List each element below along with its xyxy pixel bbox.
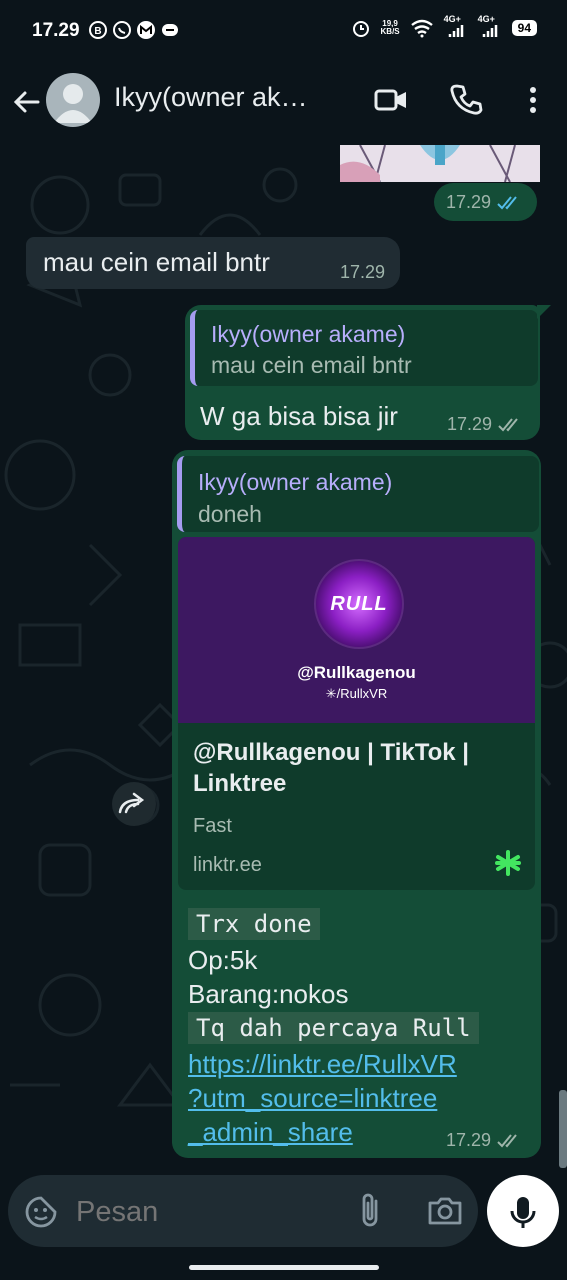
battery-level: 94 [511, 20, 537, 36]
quoted-text: mau cein email bntr [211, 352, 412, 378]
forward-icon [118, 792, 145, 814]
signal-bars-icon [448, 25, 463, 37]
message-link-1[interactable]: https://linktr.ee/RullxVR [188, 1048, 457, 1080]
status-bar: 17.29 B 19,9 KB/S 4G+ 4G+ 94 [0, 0, 567, 62]
message-time: 17.29 [446, 1130, 492, 1150]
message-input[interactable] [74, 1191, 328, 1233]
network-speed: 19,9 KB/S [381, 20, 400, 36]
preview-subhandle: ✳/RullxVR [325, 686, 388, 701]
quoted-message[interactable]: Ikyy(owner akame) mau cein email bntr [190, 310, 538, 386]
message-meta: 17.29 [446, 192, 523, 213]
image-message[interactable] [340, 144, 540, 183]
message-input-bar[interactable] [8, 1175, 478, 1247]
back-arrow-icon[interactable] [10, 86, 42, 118]
alarm-icon [352, 21, 369, 37]
more-options-icon[interactable] [515, 82, 551, 118]
linktree-icon [495, 850, 521, 876]
rull-logo: RULL [314, 559, 404, 649]
preview-handle: @Rullkagenou [297, 663, 416, 682]
quoted-sender-name: Ikyy(owner akame) [198, 469, 393, 495]
signal-1: 4G+ [444, 14, 468, 38]
svg-text:B: B [94, 26, 101, 37]
message-link-2[interactable]: ?utm_source=linktree [188, 1082, 437, 1114]
message-text: W ga bisa bisa jir [200, 401, 398, 431]
message-time: 17.29 [447, 414, 493, 434]
voice-call-icon[interactable] [449, 82, 485, 118]
gesture-nav-handle[interactable] [189, 1265, 379, 1270]
incoming-message[interactable]: mau cein email bntr 17.29 [26, 237, 400, 289]
forward-button[interactable] [112, 782, 156, 826]
gmail-icon [137, 21, 155, 39]
delivered-ticks-icon [498, 417, 518, 431]
default-avatar-icon [54, 84, 92, 123]
link-domain: linktr.ee [193, 854, 262, 876]
network-speed-unit: KB/S [380, 27, 400, 36]
emoji-sticker-icon[interactable] [24, 1195, 58, 1229]
chat-bubble-icon [162, 24, 178, 36]
message-line-op: Op:5k [188, 945, 258, 975]
logo-text: RULL [330, 593, 388, 615]
message-meta: 17.29 [446, 1130, 523, 1151]
bubble-tail-icon [537, 305, 551, 319]
link-preview-card[interactable]: RULL @Rullkagenou ✳/RullxVR @Rullkagenou… [178, 537, 535, 890]
delivered-ticks-icon [497, 1133, 517, 1147]
whatsapp-icon [113, 21, 131, 39]
attach-paperclip-icon[interactable] [354, 1193, 388, 1229]
message-line-trx: Trx done [188, 908, 320, 940]
quoted-text: doneh [198, 501, 262, 527]
message-meta: 17.29 [447, 414, 524, 435]
contact-name[interactable]: Ikyy(owner ak… [114, 82, 359, 113]
scrollbar[interactable] [559, 1090, 567, 1168]
signal-bars-icon [482, 25, 497, 37]
quoted-sender-name: Ikyy(owner akame) [211, 321, 406, 347]
link-title: @Rullkagenou | TikTok | Linktree [193, 739, 469, 797]
system-icons: 19,9 KB/S 4G+ 4G+ 94 [351, 14, 537, 38]
avatar[interactable] [46, 73, 100, 127]
link-preview-image: RULL @Rullkagenou ✳/RullxVR [178, 537, 535, 723]
message-time: 17.29 [446, 192, 492, 212]
notification-icons: B [88, 20, 180, 40]
link-description: Fast [193, 815, 232, 837]
chat-header: Ikyy(owner ak… [0, 62, 567, 145]
quoted-message[interactable]: Ikyy(owner akame) doneh [177, 456, 539, 532]
message-link-3[interactable]: _admin_share [188, 1116, 353, 1148]
whatsapp-business-icon: B [89, 21, 107, 39]
video-call-icon[interactable] [373, 82, 409, 118]
read-receipt-icon [497, 195, 517, 209]
camera-icon[interactable] [426, 1195, 464, 1227]
message-time: 17.29 [340, 262, 386, 282]
image-thumbnail [340, 144, 540, 183]
message-text: mau cein email bntr [43, 247, 270, 277]
message-line-thanks: Tq dah percaya Rull [188, 1012, 479, 1044]
microphone-icon [510, 1197, 536, 1228]
message-meta-bubble: 17.29 [434, 183, 537, 221]
outgoing-message[interactable]: Ikyy(owner akame) mau cein email bntr W … [185, 305, 540, 440]
wifi-icon [410, 19, 433, 38]
status-time: 17.29 [32, 20, 80, 41]
signal-2: 4G+ [478, 14, 502, 38]
voice-message-button[interactable] [487, 1175, 559, 1247]
message-line-barang: Barang:nokos [188, 979, 349, 1009]
